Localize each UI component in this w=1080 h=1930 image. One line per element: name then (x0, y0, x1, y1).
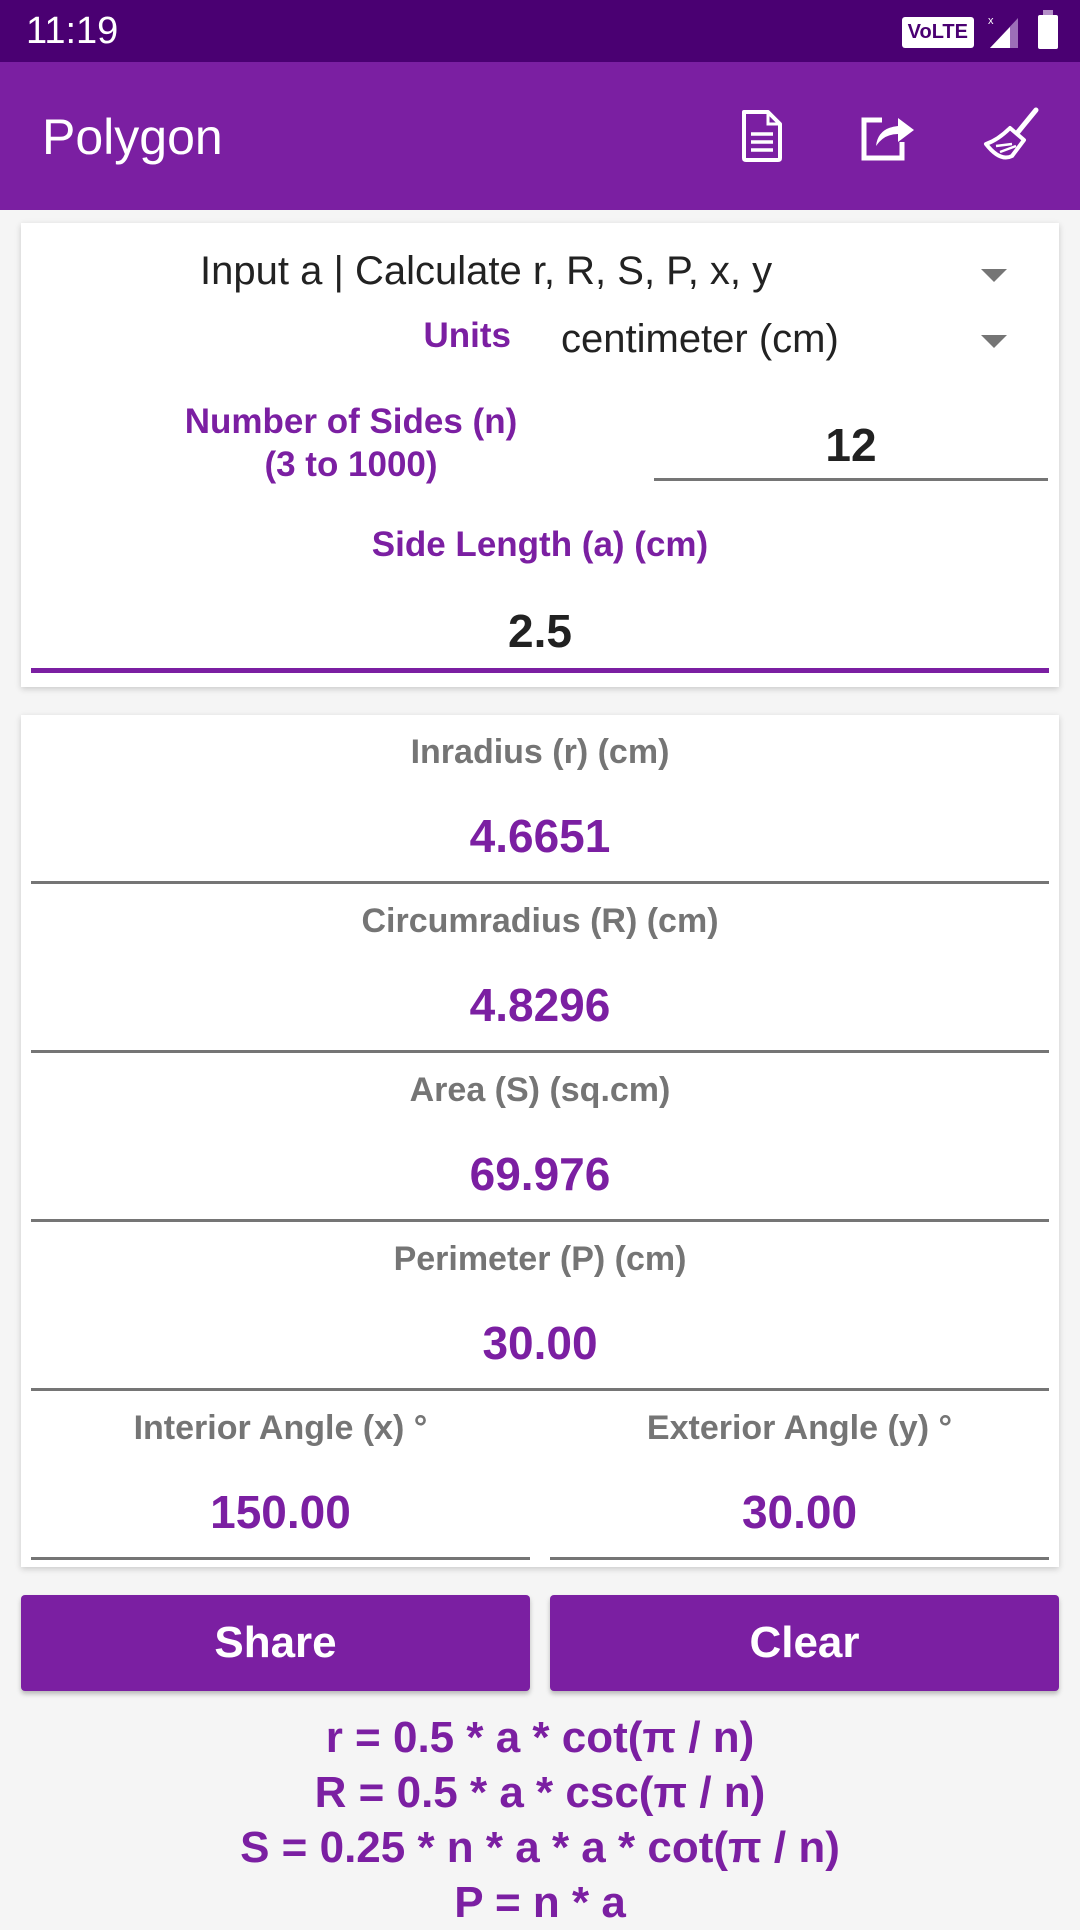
divider (31, 1557, 530, 1560)
interior-angle-label: Interior Angle (x) ° (133, 1409, 428, 1447)
area-result: Area (S) (sq.cm) 69.976 (31, 1053, 1049, 1222)
sides-label-line2: (3 to 1000) (264, 445, 438, 484)
exterior-angle-value: 30.00 (741, 1486, 858, 1538)
share-button[interactable]: Share (21, 1595, 530, 1691)
sides-label: Number of Sides (n) (3 to 1000) (101, 400, 601, 486)
inradius-label: Inradius (r) (cm) (410, 733, 670, 771)
circumradius-label: Circumradius (R) (cm) (361, 902, 719, 940)
inradius-result: Inradius (r) (cm) 4.6651 (31, 715, 1049, 884)
inradius-value: 4.6651 (469, 810, 611, 862)
units-label: Units (423, 316, 512, 355)
units-selected: centimeter (cm) (561, 317, 839, 361)
formula-circumradius: R = 0.5 * a * csc(π / n) (314, 1768, 766, 1817)
status-bar: 11:19 VoLTE x (0, 0, 1080, 62)
dropdown-arrow-icon (981, 335, 1007, 348)
circumradius-value: 4.8296 (469, 979, 611, 1031)
area-label: Area (S) (sq.cm) (409, 1071, 671, 1109)
battery-icon (1038, 10, 1058, 49)
side-length-input[interactable] (31, 593, 1049, 673)
units-dropdown[interactable]: centimeter (cm) (561, 305, 1041, 369)
app-bar: Polygon (0, 62, 1080, 210)
clear-button[interactable]: Clear (550, 1595, 1059, 1691)
formulas-section: r = 0.5 * a * cot(π / n) R = 0.5 * a * c… (0, 1710, 1080, 1930)
perimeter-label: Perimeter (P) (cm) (393, 1240, 687, 1278)
cellular-signal-icon: x (988, 14, 1024, 50)
share-action-button[interactable] (855, 104, 919, 168)
perimeter-result: Perimeter (P) (cm) 30.00 (31, 1222, 1049, 1391)
document-icon (742, 110, 782, 162)
clear-action-button[interactable] (980, 104, 1044, 168)
volte-icon: VoLTE (901, 16, 974, 48)
formula-perimeter: P = n * a (454, 1878, 626, 1927)
area-value: 69.976 (469, 1148, 611, 1200)
app-title: Polygon (42, 109, 223, 165)
exterior-angle-label: Exterior Angle (y) ° (646, 1409, 953, 1447)
sides-input[interactable] (654, 411, 1048, 481)
status-time: 11:19 (26, 10, 119, 52)
calculation-mode-dropdown[interactable]: Input a | Calculate r, R, S, P, x, y (21, 237, 1059, 301)
side-length-label: Side Length (a) (cm) (371, 525, 709, 564)
formulas-button[interactable] (730, 104, 794, 168)
results-card: Inradius (r) (cm) 4.6651 Circumradius (R… (21, 715, 1059, 1567)
broom-icon (984, 107, 1039, 160)
perimeter-value: 30.00 (482, 1317, 598, 1369)
interior-angle-result: Interior Angle (x) ° 150.00 (31, 1391, 530, 1560)
exterior-angle-result: Exterior Angle (y) ° 30.00 (550, 1391, 1049, 1560)
input-card: Input a | Calculate r, R, S, P, x, y Uni… (21, 223, 1059, 687)
dropdown-arrow-icon (981, 269, 1007, 282)
status-icons: VoLTE x (901, 10, 1058, 50)
circumradius-result: Circumradius (R) (cm) 4.8296 (31, 884, 1049, 1053)
divider (550, 1557, 1049, 1560)
share-icon (861, 117, 914, 161)
formula-inradius: r = 0.5 * a * cot(π / n) (325, 1713, 755, 1762)
svg-text:x: x (988, 15, 994, 27)
formula-area: S = 0.25 * n * a * a * cot(π / n) (240, 1823, 840, 1872)
interior-angle-value: 150.00 (210, 1486, 351, 1538)
sides-label-line1: Number of Sides (n) (184, 402, 518, 441)
calculation-mode-selected: Input a | Calculate r, R, S, P, x, y (200, 249, 773, 293)
